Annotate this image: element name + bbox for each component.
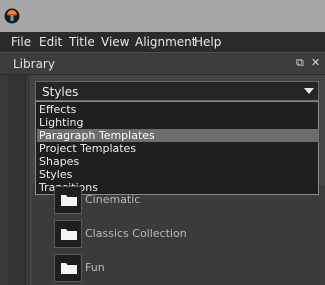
float-panel-icon[interactable]: ⧉ xyxy=(296,57,304,69)
dropdown-option-effects[interactable]: Effects xyxy=(37,103,319,116)
app-logo-icon xyxy=(4,8,20,24)
list-item[interactable]: Fun xyxy=(54,254,314,282)
dropdown-option-paragraph-templates[interactable]: Paragraph Templates xyxy=(37,129,319,142)
menu-view[interactable]: View xyxy=(101,35,129,49)
category-dropdown-list: Effects Lighting Paragraph Templates Pro… xyxy=(35,101,319,195)
menu-help[interactable]: Help xyxy=(194,35,221,49)
library-panel-header: Library ⧉ ✕ xyxy=(0,52,325,74)
panel-left-strip xyxy=(8,75,26,285)
list-item-label: Classics Collection xyxy=(85,227,187,240)
scrollbar[interactable] xyxy=(318,185,325,285)
folder-icon xyxy=(54,220,82,248)
panel-title: Library xyxy=(13,57,55,71)
menu-alignment[interactable]: Alignment xyxy=(135,35,196,49)
category-select-value: Styles xyxy=(42,85,79,99)
dropdown-option-shapes[interactable]: Shapes xyxy=(37,155,319,168)
folder-icon xyxy=(54,254,82,282)
list-item-label: Fun xyxy=(85,261,105,274)
menu-file[interactable]: File xyxy=(11,35,31,49)
menu-bar: File Edit Title View Alignment Help xyxy=(0,32,325,52)
dropdown-option-styles[interactable]: Styles xyxy=(37,168,319,181)
list-item-label: Cinematic xyxy=(85,193,141,206)
folder-icon xyxy=(54,186,82,214)
window-titlebar[interactable] xyxy=(0,0,325,32)
list-item[interactable]: Classics Collection xyxy=(54,220,314,248)
close-panel-icon[interactable]: ✕ xyxy=(311,57,320,69)
chevron-down-icon[interactable] xyxy=(304,88,314,94)
dropdown-option-project-templates[interactable]: Project Templates xyxy=(37,142,319,155)
list-item[interactable]: Cinematic xyxy=(54,186,314,214)
dropdown-option-lighting[interactable]: Lighting xyxy=(37,116,319,129)
menu-title[interactable]: Title xyxy=(69,35,95,49)
menu-edit[interactable]: Edit xyxy=(39,35,62,49)
category-select[interactable]: Styles xyxy=(35,81,319,101)
